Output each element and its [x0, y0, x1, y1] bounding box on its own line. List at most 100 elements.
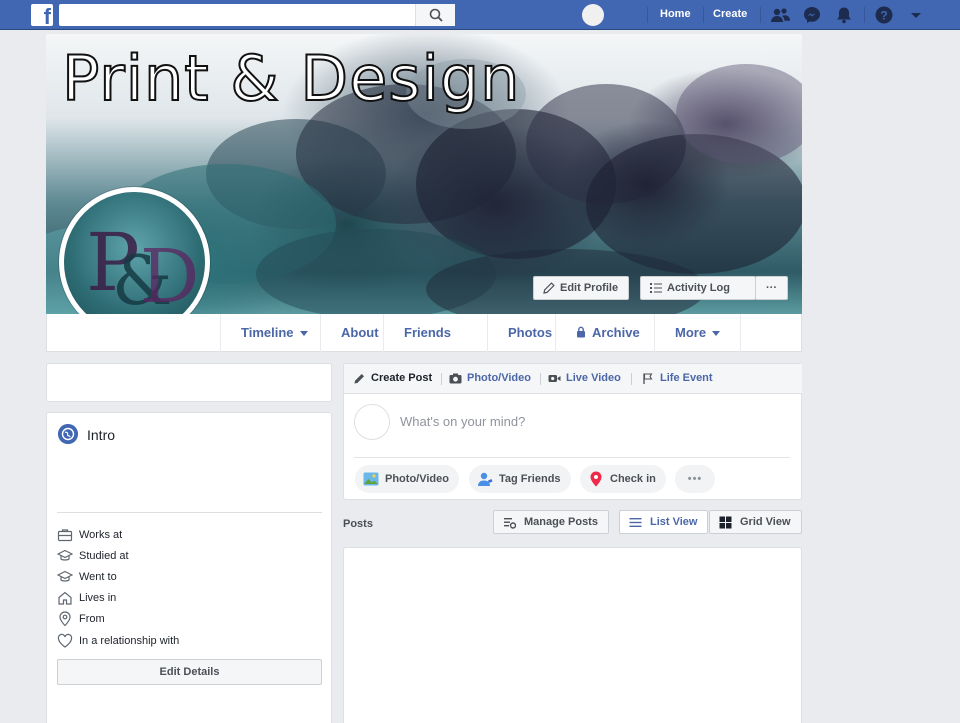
- timeline-navigation: Timeline About Friends Photos Archive Mo…: [46, 314, 802, 352]
- list-view-icon: [629, 518, 642, 527]
- post-composer: Create Post Photo/Video Live Video Life …: [343, 363, 802, 500]
- photo-video-button[interactable]: Photo/Video: [355, 465, 459, 493]
- svg-text:D: D: [140, 234, 199, 320]
- friend-requests-icon[interactable]: [770, 5, 790, 25]
- user-avatar[interactable]: [582, 4, 604, 26]
- flag-icon: [643, 373, 653, 384]
- home-icon: [58, 591, 72, 605]
- composer-avatar: [354, 404, 390, 440]
- heart-icon: [57, 633, 73, 648]
- top-navigation-bar: f Home Create ?: [0, 0, 960, 30]
- divider: [631, 373, 632, 385]
- tab-archive[interactable]: Archive: [555, 314, 660, 352]
- intro-row-label: Studied at: [79, 550, 129, 562]
- tab-label: Friends: [404, 325, 451, 340]
- notifications-bell-icon[interactable]: [834, 5, 854, 25]
- intro-row-label: Lives in: [79, 592, 117, 604]
- globe-icon: [58, 424, 78, 444]
- composer-tabs: Create Post Photo/Video Live Video Life …: [344, 364, 802, 394]
- facebook-logo-icon[interactable]: f: [31, 4, 53, 26]
- graduation-cap-icon: [57, 570, 73, 582]
- nav-divider: [703, 7, 704, 23]
- svg-text:?: ?: [880, 9, 887, 23]
- post-card-placeholder: [343, 547, 802, 723]
- search-box: [59, 4, 455, 26]
- nav-divider: [647, 7, 648, 23]
- tab-timeline[interactable]: Timeline: [220, 314, 328, 352]
- search-input[interactable]: [59, 4, 399, 26]
- tab-label: About: [341, 325, 379, 340]
- cover-title: Print & Design: [61, 41, 521, 116]
- briefcase-icon: [57, 529, 73, 542]
- intro-row-label: In a relationship with: [79, 635, 180, 647]
- list-view-label: List View: [650, 516, 698, 528]
- caret-down-icon: [712, 331, 721, 337]
- list-icon: [650, 283, 662, 293]
- manage-posts-label: Manage Posts: [524, 516, 598, 528]
- live-video-tab[interactable]: Live Video: [548, 372, 621, 384]
- photo-video-tab[interactable]: Photo/Video: [449, 372, 531, 384]
- tab-label: Live Video: [566, 372, 621, 384]
- video-camera-icon: [548, 375, 561, 382]
- search-icon: [429, 8, 443, 22]
- nav-divider: [760, 7, 761, 23]
- tab-label: More: [675, 325, 707, 340]
- manage-posts-button[interactable]: Manage Posts: [493, 510, 609, 534]
- tag-friends-button[interactable]: Tag Friends: [469, 465, 571, 493]
- profile-logo-image: P & D: [64, 192, 205, 333]
- grid-view-label: Grid View: [740, 516, 791, 528]
- divider: [540, 373, 541, 385]
- grid-view-button[interactable]: Grid View: [709, 510, 802, 534]
- intro-title: Intro: [87, 427, 116, 443]
- intro-row-label: From: [79, 613, 105, 625]
- grid-view-icon: [719, 516, 732, 529]
- location-pin-icon: [590, 471, 602, 487]
- edit-profile-button[interactable]: Edit Profile: [533, 276, 630, 300]
- tab-label: Create Post: [371, 372, 433, 384]
- more-options-icon: •••: [687, 473, 703, 485]
- tab-friends[interactable]: Friends: [383, 314, 487, 352]
- pencil-icon: [354, 374, 364, 384]
- empty-card: [46, 363, 332, 402]
- action-label: Check in: [610, 473, 656, 485]
- tab-label: Photo/Video: [467, 372, 531, 384]
- action-label: Photo/Video: [385, 473, 449, 485]
- action-label: Tag Friends: [499, 473, 561, 485]
- create-link[interactable]: Create: [713, 8, 747, 20]
- intro-card: Intro Works at Studied at Went to Lives …: [46, 412, 332, 723]
- lock-icon: [577, 326, 585, 338]
- tab-more[interactable]: More: [654, 314, 742, 352]
- more-options-icon: ···: [766, 282, 777, 294]
- tab-label: Timeline: [241, 325, 294, 340]
- tab-label: Archive: [592, 325, 640, 340]
- intro-row-label: Went to: [79, 571, 117, 583]
- intro-row-label: Works at: [79, 529, 123, 541]
- photo-icon: [363, 472, 379, 486]
- tab-label: Life Event: [660, 372, 713, 384]
- posts-heading: Posts: [343, 518, 373, 530]
- more-options-button[interactable]: ···: [755, 276, 788, 300]
- divider: [57, 512, 322, 513]
- create-post-tab[interactable]: Create Post: [353, 372, 432, 384]
- activity-log-label: Activity Log: [667, 282, 730, 294]
- search-button[interactable]: [415, 4, 455, 26]
- more-options-button[interactable]: •••: [675, 465, 715, 493]
- status-input[interactable]: What's on your mind?: [400, 414, 525, 429]
- check-in-button[interactable]: Check in: [580, 465, 666, 493]
- caret-down-icon: [299, 331, 308, 337]
- tag-friends-icon: [478, 472, 493, 486]
- tab-label: Photos: [508, 325, 553, 340]
- activity-log-button[interactable]: Activity Log: [640, 276, 756, 300]
- edit-details-button[interactable]: Edit Details: [57, 659, 322, 685]
- edit-profile-label: Edit Profile: [560, 282, 619, 294]
- list-view-button[interactable]: List View: [619, 510, 709, 534]
- graduation-cap-icon: [57, 549, 73, 561]
- home-link[interactable]: Home: [660, 8, 691, 20]
- help-icon[interactable]: ?: [874, 5, 894, 25]
- life-event-tab[interactable]: Life Event: [642, 372, 713, 384]
- divider: [441, 373, 442, 385]
- location-pin-icon: [59, 611, 71, 627]
- messenger-icon[interactable]: [802, 5, 822, 25]
- account-menu-caret-icon[interactable]: [906, 5, 926, 25]
- nav-divider: [864, 7, 865, 23]
